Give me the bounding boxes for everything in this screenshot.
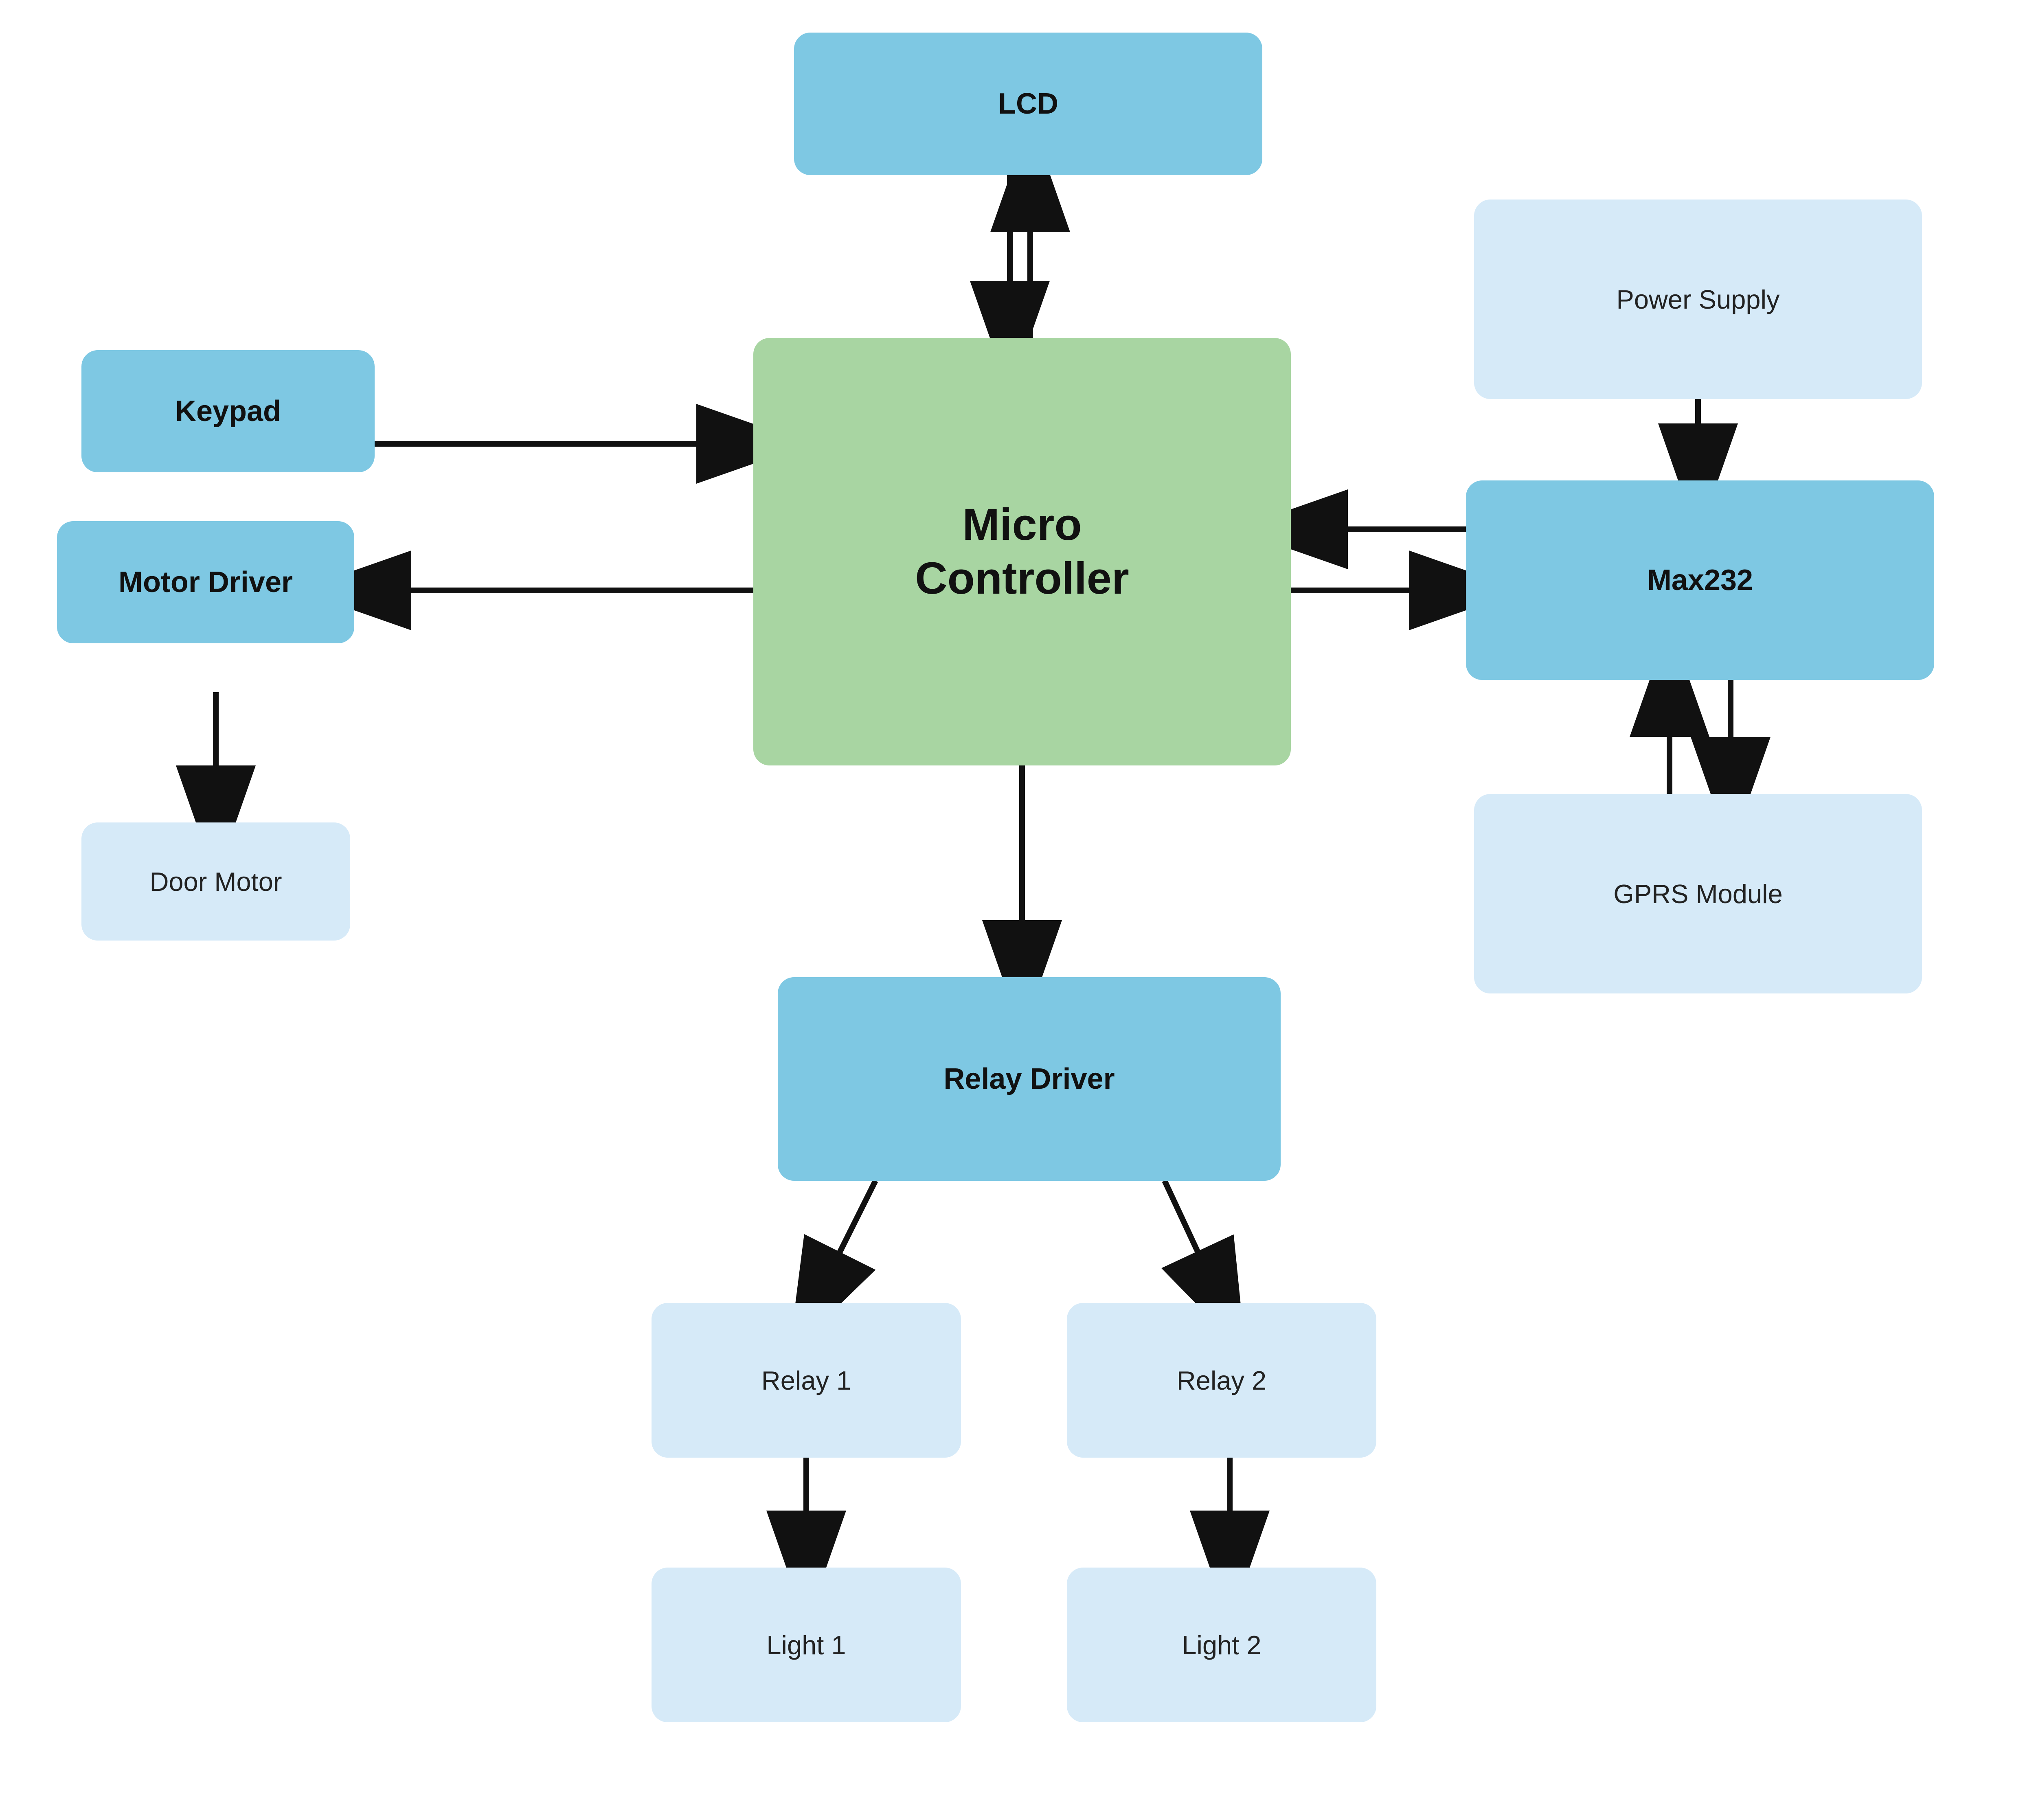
microcontroller-label: Micro Controller (915, 498, 1129, 605)
max232-node: Max232 (1466, 480, 1934, 680)
keypad-node: Keypad (81, 350, 375, 472)
light1-node: Light 1 (652, 1568, 961, 1722)
keypad-label: Keypad (175, 394, 281, 429)
lcd-label: LCD (998, 86, 1058, 121)
relay2-node: Relay 2 (1067, 1303, 1376, 1458)
relay1-label: Relay 1 (761, 1365, 851, 1396)
light2-node: Light 2 (1067, 1568, 1376, 1722)
lcd-node: LCD (794, 33, 1262, 175)
relay-driver-node: Relay Driver (778, 977, 1281, 1181)
power-supply-node: Power Supply (1474, 200, 1922, 399)
gprs-module-node: GPRS Module (1474, 794, 1922, 993)
relay-driver-label: Relay Driver (943, 1061, 1115, 1096)
motor-driver-node: Motor Driver (57, 521, 354, 643)
light1-label: Light 1 (766, 1630, 846, 1660)
gprs-module-label: GPRS Module (1613, 879, 1782, 909)
door-motor-node: Door Motor (81, 822, 350, 941)
diagram: LCD Keypad Micro Controller Motor Driver… (0, 0, 2036, 1820)
light2-label: Light 2 (1182, 1630, 1261, 1660)
max232-label: Max232 (1647, 563, 1753, 598)
power-supply-label: Power Supply (1616, 284, 1779, 315)
relay2-label: Relay 2 (1177, 1365, 1266, 1396)
door-motor-label: Door Motor (149, 866, 282, 897)
motor-driver-label: Motor Driver (118, 565, 293, 600)
relay1-node: Relay 1 (652, 1303, 961, 1458)
microcontroller-node: Micro Controller (753, 338, 1291, 765)
